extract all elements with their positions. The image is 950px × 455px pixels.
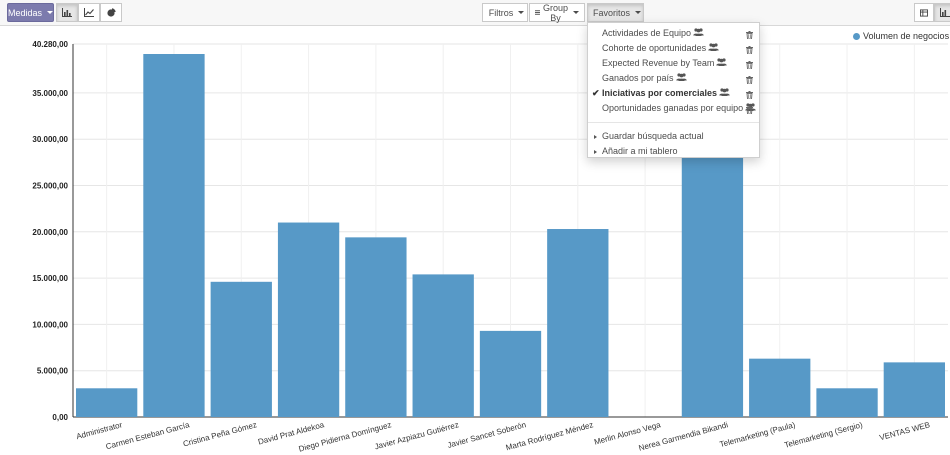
bar[interactable] — [412, 274, 474, 417]
favorite-item[interactable]: Cohorte de oportunidades — [588, 41, 759, 56]
bar[interactable] — [816, 388, 878, 417]
favorites-dropdown: Actividades de Equipo Cohorte de oportuni… — [587, 22, 760, 158]
add-to-dashboard-label: Añadir a mi tablero — [602, 146, 678, 156]
favorite-item-label: Expected Revenue by Team — [602, 58, 715, 68]
bar[interactable] — [749, 358, 811, 417]
caret-down-icon — [47, 11, 54, 14]
favorite-item-label: Actividades de Equipo — [602, 28, 692, 38]
caret-down-icon — [635, 11, 642, 14]
favorite-item[interactable]: Expected Revenue by Team — [588, 56, 759, 71]
favorite-item-label: Iniciativas por comerciales — [602, 88, 718, 98]
favorites-button[interactable]: Favoritos — [587, 3, 644, 22]
save-current-search-toggle[interactable]: Guardar búsqueda actual — [588, 129, 759, 144]
x-tick-label: Cristina Peña Gómez — [182, 420, 258, 448]
caret-down-icon — [573, 11, 579, 14]
y-tick-label: 10.000,00 — [32, 320, 68, 329]
favorite-item-label: Cohorte de oportunidades — [602, 43, 707, 53]
pivot-view-button[interactable] — [914, 3, 934, 22]
y-tick-label: 30.000,00 — [32, 135, 68, 144]
bar-chart-view-button[interactable] — [56, 3, 78, 22]
line-chart-view-button[interactable] — [78, 3, 100, 22]
control-panel: Medidas Filtros Group By Favoritos — [0, 0, 950, 26]
y-tick-label: 25.000,00 — [32, 181, 68, 190]
x-tick-label: VENTAS WEB — [878, 420, 930, 442]
favorite-item[interactable]: Actividades de Equipo — [588, 26, 759, 41]
legend-dot-icon — [853, 32, 860, 40]
add-to-dashboard-toggle[interactable]: Añadir a mi tablero — [588, 144, 759, 159]
filters-label: Filtros — [488, 7, 514, 18]
bar[interactable] — [76, 388, 138, 417]
favorite-item-label: Ganados por país — [602, 73, 674, 83]
graph-view-button[interactable] — [934, 3, 950, 22]
group-by-button[interactable]: Group By — [529, 2, 585, 23]
bar-chart-icon — [62, 8, 72, 17]
team-icon — [719, 86, 730, 101]
y-tick-label: 35.000,00 — [32, 89, 68, 98]
bar[interactable] — [681, 153, 744, 417]
bar-chart: 0,00 5.000,00 10.000,00 15.000,00 20.000,00 2… — [32, 40, 948, 454]
line-chart-icon — [84, 8, 94, 17]
filters-button[interactable]: Filtros — [482, 3, 528, 22]
measures-button[interactable]: Medidas — [7, 3, 54, 22]
y-tick-label: 40.280,00 — [32, 40, 68, 49]
checkmark-icon: ✔ — [592, 88, 600, 98]
favorite-item[interactable]: Oportunidades ganadas por equipo — [588, 101, 759, 116]
bar[interactable] — [345, 237, 407, 417]
caret-down-icon — [518, 11, 525, 14]
team-icon — [708, 41, 719, 56]
favorite-item-label: Oportunidades ganadas por equipo — [602, 103, 744, 113]
team-icon — [716, 56, 728, 71]
favorites-label: Favoritos — [593, 7, 631, 18]
y-tick-label: 5.000,00 — [37, 367, 69, 376]
team-icon — [693, 26, 704, 41]
group-by-label: Group By — [542, 2, 568, 23]
team-icon — [675, 71, 687, 86]
table-icon — [920, 8, 928, 17]
pie-chart-view-button[interactable] — [100, 3, 122, 22]
x-tick-label: Administrator — [75, 420, 123, 441]
bar[interactable] — [210, 281, 272, 417]
bar[interactable] — [479, 330, 542, 417]
bar[interactable] — [547, 229, 609, 417]
dropdown-divider — [588, 122, 759, 123]
pie-chart-icon — [106, 8, 116, 17]
list-icon — [535, 10, 540, 15]
x-tick-label: Telemarketing (Sergio) — [783, 420, 863, 450]
bar[interactable] — [143, 54, 205, 418]
bar[interactable] — [277, 222, 340, 417]
measures-label: Medidas — [7, 7, 43, 18]
y-tick-label: 0,00 — [52, 413, 68, 422]
y-tick-label: 15.000,00 — [32, 274, 68, 283]
bar[interactable] — [883, 362, 945, 417]
y-tick-label: 20.000,00 — [32, 228, 68, 237]
favorite-item[interactable]: Ganados por país — [588, 71, 759, 86]
graph-area: 0,00 5.000,00 10.000,00 15.000,00 20.000,00 2… — [0, 27, 950, 454]
area-chart-icon — [940, 8, 950, 17]
trash-icon[interactable] — [746, 104, 753, 119]
save-current-search-label: Guardar búsqueda actual — [602, 131, 704, 141]
caret-right-icon — [594, 135, 597, 139]
caret-right-icon — [594, 150, 597, 154]
legend-label: Volumen de negocios ... — [863, 31, 950, 41]
favorite-item[interactable]: ✔ Iniciativas por comerciales — [588, 86, 759, 101]
chart-legend[interactable]: Volumen de negocios ... — [853, 31, 950, 41]
